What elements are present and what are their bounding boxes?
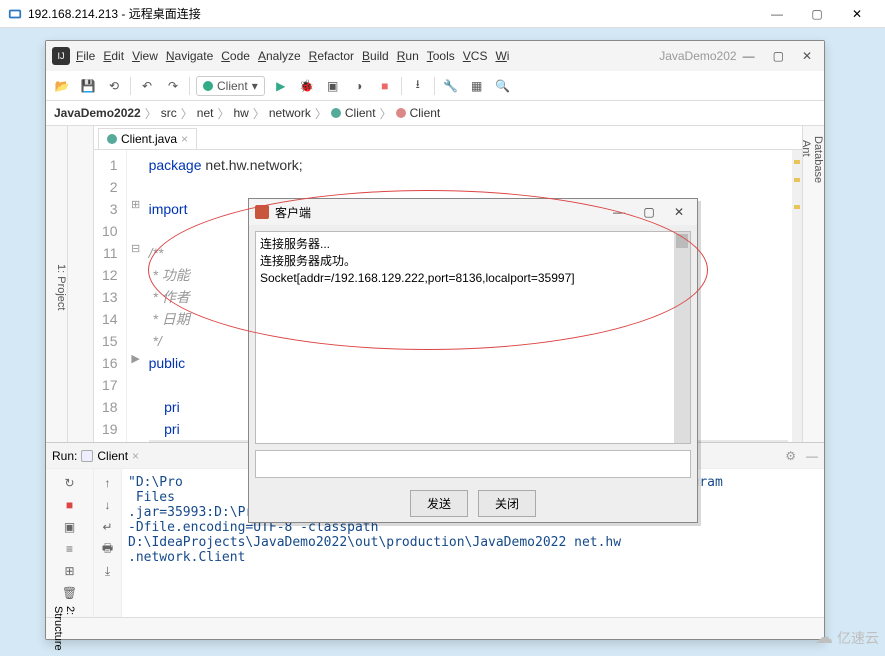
ide-menubar: File Edit View Navigate Code Analyze Ref… xyxy=(76,49,659,63)
sidebar-project-tab[interactable]: 1: Project xyxy=(46,126,68,442)
java-icon xyxy=(255,205,269,219)
dialog-textarea[interactable]: 连接服务器... 连接服务器成功。 Socket[addr=/192.168.1… xyxy=(255,231,691,444)
watermark-text: 亿速云 xyxy=(837,628,879,648)
maximize-button[interactable]: ▢ xyxy=(797,0,837,28)
fold-gutter: ⊞⊟▶ xyxy=(127,150,145,442)
trash-icon[interactable]: 🗑 xyxy=(62,585,78,601)
client-dialog: 客户端 — ▢ ✕ 连接服务器... 连接服务器成功。 Socket[addr=… xyxy=(248,198,698,523)
open-icon[interactable]: 📂 xyxy=(52,76,72,96)
dialog-title: 客户端 xyxy=(275,204,311,221)
run-icon[interactable]: ▶ xyxy=(271,76,291,96)
refresh-icon[interactable]: ⟲ xyxy=(104,76,124,96)
menu-view[interactable]: View xyxy=(132,49,158,63)
up-icon[interactable]: ↑ xyxy=(100,475,116,491)
bc-method[interactable]: Client xyxy=(410,106,441,120)
menu-vcs[interactable]: VCS xyxy=(463,49,488,63)
minimize-button[interactable]: — xyxy=(757,0,797,28)
debug-icon[interactable]: 🐞 xyxy=(297,76,317,96)
menu-analyze[interactable]: Analyze xyxy=(258,49,301,63)
search-icon[interactable]: 🔍 xyxy=(493,76,513,96)
rdp-icon xyxy=(8,7,22,21)
editor-tab-client[interactable]: Client.java × xyxy=(98,128,197,149)
bc-hw[interactable]: hw xyxy=(233,106,248,120)
undo-icon[interactable]: ↶ xyxy=(137,76,157,96)
rdp-title: 192.168.214.213 - 远程桌面连接 xyxy=(28,5,201,22)
coverage-icon[interactable]: ▣ xyxy=(323,76,343,96)
menu-run[interactable]: Run xyxy=(397,49,419,63)
run-config-selector[interactable]: Client ▾ xyxy=(196,76,265,96)
gear-icon[interactable]: ⚙ xyxy=(785,449,796,463)
menu-window[interactable]: Wi xyxy=(495,49,509,63)
scrollbar[interactable] xyxy=(674,232,690,443)
bc-project[interactable]: JavaDemo2022 xyxy=(54,106,141,120)
dialog-input[interactable] xyxy=(255,450,691,478)
dialog-minimize-button[interactable]: — xyxy=(607,205,631,219)
run-config-icon xyxy=(203,81,213,91)
line-gutter: 123 101112 131415 161718 1920 xyxy=(94,150,127,442)
cloud-icon: ☁ xyxy=(815,627,833,648)
menu-build[interactable]: Build xyxy=(362,49,389,63)
layout-icon[interactable]: ≡ xyxy=(62,541,78,557)
menu-refactor[interactable]: Refactor xyxy=(309,49,354,63)
menu-navigate[interactable]: Navigate xyxy=(166,49,213,63)
toolbar: 📂 💾 ⟲ ↶ ↷ Client ▾ ▶ 🐞 ▣ ◑ ■ ⭳ 🔧 ▦ 🔍 xyxy=(46,71,824,101)
bottom-strip: 2: Structure xyxy=(46,617,824,639)
stop-icon[interactable]: ■ xyxy=(375,76,395,96)
menu-code[interactable]: Code xyxy=(221,49,250,63)
close-dialog-button[interactable]: 关闭 xyxy=(478,490,536,517)
print-icon[interactable]: 🖶 xyxy=(100,541,116,557)
structure-icon[interactable]: ▦ xyxy=(467,76,487,96)
bc-network[interactable]: network xyxy=(269,106,311,120)
filters-icon[interactable]: ⊞ xyxy=(62,563,78,579)
tab-close-icon[interactable]: × xyxy=(181,132,188,146)
rdp-titlebar: 192.168.214.213 - 远程桌面连接 — ▢ ✕ xyxy=(0,0,885,28)
down-icon[interactable]: ↓ xyxy=(100,497,116,513)
breadcrumb: JavaDemo2022〉 src〉 net〉 hw〉 network〉 Cli… xyxy=(46,101,824,126)
ide-titlebar: IJ File Edit View Navigate Code Analyze … xyxy=(46,41,824,71)
ide-project-title: JavaDemo202 xyxy=(659,49,736,63)
run-title: Client xyxy=(97,449,128,463)
ide-minimize-button[interactable]: — xyxy=(743,49,755,63)
vcs-icon[interactable]: ⭳ xyxy=(408,76,428,96)
run-config-name: Client xyxy=(217,79,248,93)
scroll-icon[interactable]: ⤓ xyxy=(100,563,116,579)
sidebar-strip xyxy=(68,126,94,442)
run-hide-icon[interactable]: — xyxy=(806,449,818,463)
ide-close-button[interactable]: ✕ xyxy=(802,49,812,63)
sidebar-right: Database Ant xyxy=(802,126,824,442)
sidebar-structure-tab[interactable]: 2: Structure xyxy=(50,602,78,655)
intellij-icon: IJ xyxy=(52,47,70,65)
dialog-text-content: 连接服务器... 连接服务器成功。 Socket[addr=/192.168.1… xyxy=(260,236,686,286)
class-icon xyxy=(107,134,117,144)
bc-src[interactable]: src xyxy=(161,106,177,120)
watermark: ☁ 亿速云 xyxy=(815,627,879,648)
run-label: Run: xyxy=(52,449,77,463)
sidebar-database-tab[interactable]: Database xyxy=(812,132,824,442)
tab-label: Client.java xyxy=(121,132,177,146)
ide-maximize-button[interactable]: ▢ xyxy=(773,49,784,63)
menu-file[interactable]: File xyxy=(76,49,95,63)
stop-run-icon[interactable]: ■ xyxy=(62,497,78,513)
menu-tools[interactable]: Tools xyxy=(427,49,455,63)
save-icon[interactable]: 💾 xyxy=(78,76,98,96)
chevron-down-icon: ▾ xyxy=(252,79,258,93)
menu-edit[interactable]: Edit xyxy=(103,49,124,63)
redo-icon[interactable]: ↷ xyxy=(163,76,183,96)
profiler-icon[interactable]: ◑ xyxy=(349,76,369,96)
bc-class[interactable]: Client xyxy=(345,106,376,120)
send-button[interactable]: 发送 xyxy=(410,490,468,517)
camera-icon[interactable]: ▣ xyxy=(62,519,78,535)
class-icon xyxy=(331,108,341,118)
dialog-close-button[interactable]: ✕ xyxy=(667,205,691,219)
run-tab-close-icon[interactable]: × xyxy=(132,449,139,463)
wrench-icon[interactable]: 🔧 xyxy=(441,76,461,96)
method-icon xyxy=(396,108,406,118)
run-type-icon xyxy=(81,450,93,462)
marker-strip xyxy=(792,150,802,442)
bc-net[interactable]: net xyxy=(197,106,214,120)
dialog-maximize-button[interactable]: ▢ xyxy=(637,205,661,219)
wrap-icon[interactable]: ↵ xyxy=(100,519,116,535)
rerun-icon[interactable]: ↻ xyxy=(62,475,78,491)
close-button[interactable]: ✕ xyxy=(837,0,877,28)
